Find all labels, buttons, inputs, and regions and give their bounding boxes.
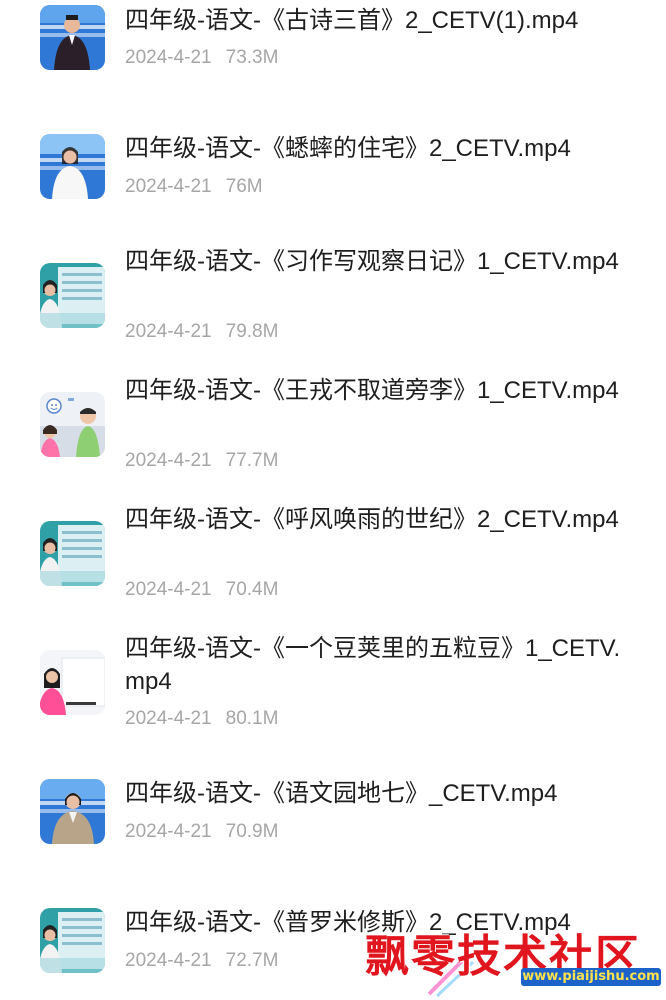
file-name: 四年级-语文-《蟋蟀的住宅》2_CETV.mp4: [125, 135, 571, 162]
file-size: 79.8M: [225, 321, 279, 342]
video-thumbnail: [40, 521, 105, 586]
video-thumbnail: [40, 908, 105, 973]
file-date: 2024-4-21: [125, 708, 212, 729]
video-thumbnail: [40, 134, 105, 199]
file-size: 70.9M: [225, 821, 279, 842]
file-size: 73.3M: [225, 47, 279, 68]
video-thumbnail: [40, 263, 105, 328]
file-meta: 2024-4-21 80.1M: [125, 708, 278, 730]
file-date: 2024-4-21: [125, 821, 212, 842]
file-meta: 2024-4-21 70.9M: [125, 821, 278, 843]
watermark-url: www.piaijishu.com: [521, 968, 661, 986]
file-size: 72.7M: [225, 950, 279, 971]
video-thumbnail: [40, 650, 105, 715]
file-meta: 2024-4-21 79.8M: [125, 321, 278, 343]
file-meta: 2024-4-21 73.3M: [125, 47, 278, 69]
file-name: 四年级-语文-《王戎不取道旁李》1_CETV.mp4: [125, 377, 619, 404]
file-name: 四年级-语文-《古诗三首》2_CETV(1).mp4: [125, 7, 579, 34]
file-date: 2024-4-21: [125, 176, 212, 197]
file-meta: 2024-4-21 72.7M: [125, 950, 278, 972]
file-name: 四年级-语文-《语文园地七》_CETV.mp4: [125, 780, 558, 807]
watermark-logo: 飘零技术社区 www.piaijishu.com: [355, 918, 666, 1000]
file-size: 80.1M: [225, 708, 279, 729]
video-thumbnail: [40, 5, 105, 70]
file-size: 77.7M: [225, 450, 279, 471]
file-date: 2024-4-21: [125, 47, 212, 68]
video-thumbnail: [40, 392, 105, 457]
file-date: 2024-4-21: [125, 450, 212, 471]
file-date: 2024-4-21: [125, 950, 212, 971]
file-meta: 2024-4-21 77.7M: [125, 450, 278, 472]
file-size: 76M: [225, 176, 263, 197]
file-meta: 2024-4-21 76M: [125, 176, 263, 198]
file-date: 2024-4-21: [125, 321, 212, 342]
file-name: 四年级-语文-《习作写观察日记》1_CETV.mp4: [125, 248, 619, 275]
file-meta: 2024-4-21 70.4M: [125, 579, 278, 601]
file-name: 四年级-语文-《呼风唤雨的世纪》2_CETV.mp4: [125, 506, 619, 533]
file-date: 2024-4-21: [125, 579, 212, 600]
file-size: 70.4M: [225, 579, 279, 600]
file-name: 四年级-语文-《一个豆荚里的五粒豆》1_CETV.mp4: [125, 635, 621, 695]
video-thumbnail: [40, 779, 105, 844]
